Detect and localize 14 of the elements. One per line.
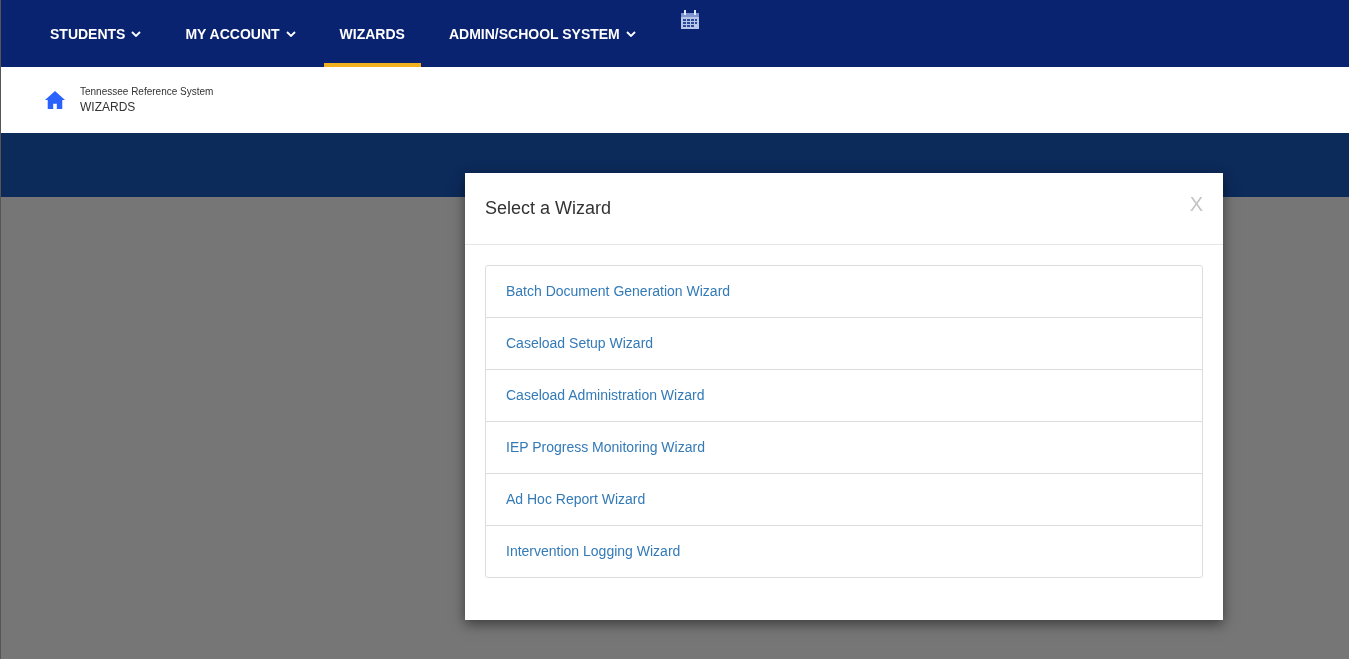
wizard-link[interactable]: Caseload Setup Wizard bbox=[486, 317, 1202, 369]
calendar-icon[interactable] bbox=[679, 10, 700, 30]
nav-tab[interactable]: MY ACCOUNT bbox=[169, 0, 312, 67]
wizard-link[interactable]: Caseload Administration Wizard bbox=[486, 369, 1202, 421]
page-title: WIZARDS bbox=[80, 100, 137, 114]
dialog-title: Select a Wizard bbox=[485, 198, 612, 219]
wizard-link[interactable]: Ad Hoc Report Wizard bbox=[486, 473, 1202, 525]
system-name: Tennessee Reference System bbox=[80, 86, 214, 97]
nav-tab[interactable]: STUDENTS bbox=[34, 0, 158, 67]
wizard-link[interactable]: IEP Progress Monitoring Wizard bbox=[486, 421, 1202, 473]
nav-tab[interactable]: ADMIN/SCHOOL SYSTEM bbox=[432, 0, 652, 67]
wizard-link[interactable]: Intervention Logging Wizard bbox=[486, 525, 1202, 577]
wizard-link[interactable]: Batch Document Generation Wizard bbox=[486, 266, 1202, 317]
home-icon[interactable] bbox=[44, 90, 66, 110]
